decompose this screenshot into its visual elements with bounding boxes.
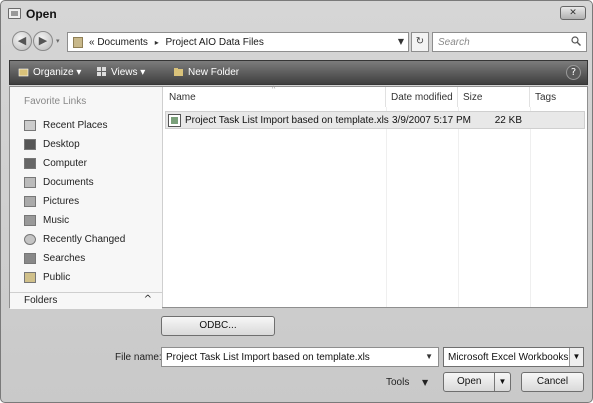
column-divider xyxy=(458,107,459,307)
computer-icon xyxy=(24,158,36,169)
command-toolbar: Organize ▾ Views ▾ New Folder ? xyxy=(9,60,588,85)
fav-computer[interactable]: Computer xyxy=(24,154,125,173)
favorite-links-header: Favorite Links xyxy=(24,96,87,107)
file-name-dropdown-icon[interactable]: ▼ xyxy=(425,352,433,361)
chevron-up-icon: ^ xyxy=(143,294,152,305)
search-placeholder: Search xyxy=(438,37,470,48)
cancel-button[interactable]: Cancel xyxy=(521,372,584,392)
fav-pictures[interactable]: Pictures xyxy=(24,192,125,211)
open-button[interactable]: Open ▼ xyxy=(443,372,511,392)
file-size: 22 KB xyxy=(494,115,522,126)
content-area: Favorite Links Recent Places Desktop Com… xyxy=(9,86,588,309)
public-icon xyxy=(24,272,36,283)
column-header-name[interactable]: Name ^ xyxy=(164,86,386,107)
searches-icon xyxy=(24,253,36,264)
organize-icon xyxy=(18,68,29,77)
fav-label: Searches xyxy=(43,253,86,264)
refresh-button[interactable]: ↻ xyxy=(411,32,429,52)
file-type-dropdown-icon[interactable]: ▼ xyxy=(569,348,583,366)
close-button[interactable]: ✕ xyxy=(560,6,586,20)
file-type-value: Microsoft Excel Workbooks ( xyxy=(448,352,575,363)
history-dropdown-icon[interactable]: ▾ xyxy=(56,37,60,45)
excel-file-icon xyxy=(168,114,181,127)
sort-indicator-icon: ^ xyxy=(272,86,276,93)
desktop-icon xyxy=(24,139,36,150)
fav-label: Recently Changed xyxy=(43,234,126,245)
navigation-pane: Favorite Links Recent Places Desktop Com… xyxy=(10,87,163,309)
fav-searches[interactable]: Searches xyxy=(24,249,125,268)
fav-label: Pictures xyxy=(43,196,80,207)
fav-label: Public xyxy=(43,272,71,283)
address-row: ◀ ▶ ▾ « Documents ▸ Project AIO Data Fil… xyxy=(1,28,592,56)
address-bar[interactable]: « Documents ▸ Project AIO Data Files ▼ xyxy=(67,32,409,52)
new-folder-label: New Folder xyxy=(188,67,240,78)
organize-menu[interactable]: Organize ▾ xyxy=(18,66,81,78)
pictures-icon xyxy=(24,196,36,207)
search-input[interactable]: Search xyxy=(432,32,587,52)
fav-label: Computer xyxy=(43,158,87,169)
fav-recent-places[interactable]: Recent Places xyxy=(24,116,125,135)
open-dialog: Open ✕ ◀ ▶ ▾ « Documents ▸ Project AIO D… xyxy=(0,0,593,403)
breadcrumb-documents[interactable]: « Documents xyxy=(89,37,148,48)
file-name: Project Task List Import based on templa… xyxy=(185,115,389,126)
file-row[interactable]: Project Task List Import based on templa… xyxy=(165,111,585,129)
dialog-icon xyxy=(8,8,21,19)
title-bar: Open ✕ xyxy=(1,1,592,27)
column-name-label: Name xyxy=(169,92,196,103)
documents-icon xyxy=(24,177,36,188)
folders-label: Folders xyxy=(24,295,58,306)
odbc-button[interactable]: ODBC... xyxy=(161,316,275,336)
file-name-input[interactable]: Project Task List Import based on templa… xyxy=(161,347,439,367)
fav-label: Music xyxy=(43,215,70,226)
fav-documents[interactable]: Documents xyxy=(24,173,125,192)
folders-toggle[interactable]: Folders ^ xyxy=(10,292,162,309)
column-header-date-modified[interactable]: Date modified xyxy=(386,87,458,107)
fav-public[interactable]: Public xyxy=(24,268,125,287)
breadcrumb: « Documents ▸ Project AIO Data Files xyxy=(89,37,264,48)
file-name-label: File name: xyxy=(115,352,162,363)
views-label: Views ▾ xyxy=(111,67,146,78)
file-type-select[interactable]: Microsoft Excel Workbooks ( ▼ xyxy=(443,347,584,367)
search-icon[interactable] xyxy=(571,36,581,46)
favorite-links-list: Recent Places Desktop Computer Documents… xyxy=(24,116,125,287)
column-header-size[interactable]: Size xyxy=(458,87,530,107)
recent-places-icon xyxy=(24,120,36,131)
views-menu[interactable]: Views ▾ xyxy=(96,66,145,78)
fav-label: Desktop xyxy=(43,139,80,150)
forward-button[interactable]: ▶ xyxy=(33,31,53,51)
address-dropdown-icon[interactable]: ▼ xyxy=(398,37,404,46)
tools-menu[interactable]: Tools xyxy=(386,377,409,388)
breadcrumb-separator[interactable]: ▸ xyxy=(155,38,159,47)
file-name-value: Project Task List Import based on templa… xyxy=(166,352,370,363)
fav-label: Recent Places xyxy=(43,120,108,131)
help-icon[interactable]: ? xyxy=(566,65,581,80)
fav-recently-changed[interactable]: Recently Changed xyxy=(24,230,125,249)
file-list: Name ^ Date modified Size Tags Project T… xyxy=(164,86,587,307)
organize-label: Organize ▾ xyxy=(33,67,82,78)
views-icon xyxy=(97,67,106,76)
fav-music[interactable]: Music xyxy=(24,211,125,230)
column-header-tags[interactable]: Tags xyxy=(530,87,587,107)
folder-icon xyxy=(73,37,83,48)
music-icon xyxy=(24,215,36,226)
file-date-modified: 3/9/2007 5:17 PM xyxy=(392,115,471,126)
fav-desktop[interactable]: Desktop xyxy=(24,135,125,154)
column-divider xyxy=(530,107,531,307)
breadcrumb-project-aio[interactable]: Project AIO Data Files xyxy=(166,37,264,48)
tools-dropdown-icon[interactable]: ▼ xyxy=(422,378,428,387)
recently-changed-icon xyxy=(24,234,36,245)
new-folder-icon xyxy=(174,68,183,76)
open-label: Open xyxy=(457,376,482,387)
open-split-dropdown-icon[interactable]: ▼ xyxy=(494,373,510,391)
back-button[interactable]: ◀ xyxy=(12,31,32,51)
dialog-title: Open xyxy=(26,7,57,21)
fav-label: Documents xyxy=(43,177,94,188)
new-folder-button[interactable]: New Folder xyxy=(173,66,239,78)
column-divider xyxy=(386,107,387,307)
